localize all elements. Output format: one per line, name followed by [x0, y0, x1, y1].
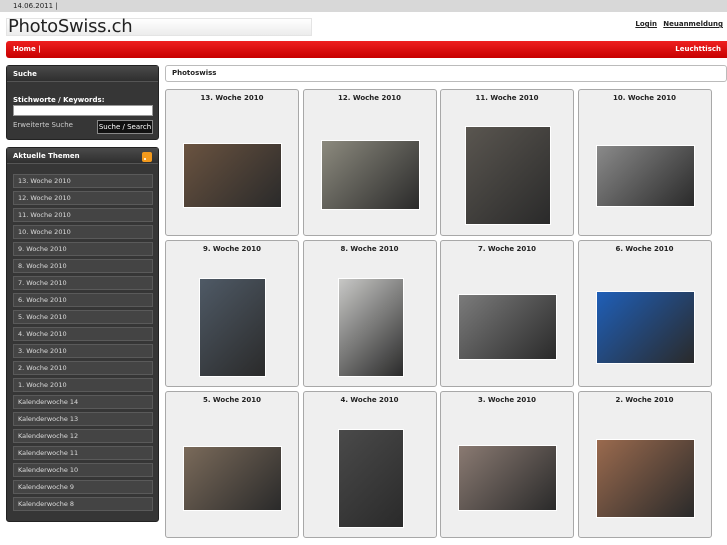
photo-cell-title[interactable]: 12. Woche 2010: [304, 94, 436, 102]
photo-cell[interactable]: 2. Woche 2010: [577, 391, 712, 538]
topic-item[interactable]: 3. Woche 2010: [13, 344, 153, 358]
city-night-aerial-photo[interactable]: [183, 446, 282, 511]
photo-cell-title[interactable]: 10. Woche 2010: [579, 94, 711, 102]
topic-item[interactable]: 6. Woche 2010: [13, 293, 153, 307]
main-nav: Home | Leuchttisch: [6, 41, 727, 58]
photo-cell-title[interactable]: 3. Woche 2010: [441, 396, 573, 404]
photo-cell[interactable]: 6. Woche 2010: [577, 240, 712, 387]
man-in-hall-photo[interactable]: [337, 429, 404, 528]
market-scene-photo[interactable]: [595, 439, 695, 518]
photo-cell[interactable]: 5. Woche 2010: [165, 391, 299, 538]
topic-item[interactable]: Kalenderwoche 10: [13, 463, 153, 477]
cyclists-street-photo[interactable]: [320, 140, 420, 210]
topic-item[interactable]: 4. Woche 2010: [13, 327, 153, 341]
topic-item[interactable]: 2. Woche 2010: [13, 361, 153, 375]
photo-cell-title[interactable]: 11. Woche 2010: [441, 94, 573, 102]
topic-item[interactable]: Kalenderwoche 14: [13, 395, 153, 409]
login-link[interactable]: Login: [635, 20, 657, 28]
urinal-photo[interactable]: [337, 278, 404, 377]
photo-cell[interactable]: 3. Woche 2010: [440, 391, 574, 538]
photo-cell-title[interactable]: 6. Woche 2010: [579, 245, 711, 253]
photo-cell[interactable]: 13. Woche 2010: [165, 89, 299, 236]
photo-cell[interactable]: 10. Woche 2010: [577, 89, 712, 236]
photo-cell-title[interactable]: 7. Woche 2010: [441, 245, 573, 253]
photo-cell[interactable]: 9. Woche 2010: [165, 240, 299, 387]
topics-panel-title: Aktuelle Themen: [13, 152, 80, 160]
date-bar: 14.06.2011 |: [0, 0, 727, 12]
topic-item[interactable]: 7. Woche 2010: [13, 276, 153, 290]
rss-icon[interactable]: [142, 152, 152, 162]
topic-item[interactable]: Kalenderwoche 12: [13, 429, 153, 443]
user-links: Login Neuanmeldung: [631, 20, 723, 28]
topic-list: 13. Woche 2010 12. Woche 2010 11. Woche 20…: [13, 174, 153, 514]
nav-home[interactable]: Home |: [13, 41, 41, 58]
man-red-shirt-photo[interactable]: [458, 445, 557, 511]
topic-item[interactable]: Kalenderwoche 11: [13, 446, 153, 460]
search-label: Stichworte / Keywords:: [13, 96, 105, 104]
topic-item[interactable]: 9. Woche 2010: [13, 242, 153, 256]
photo-cell[interactable]: 8. Woche 2010: [302, 240, 437, 387]
photo-cell[interactable]: 4. Woche 2010: [302, 391, 437, 538]
site-logo[interactable]: PhotoSwiss.ch: [8, 16, 133, 37]
photo-cell-title[interactable]: 4. Woche 2010: [304, 396, 436, 404]
advanced-search-link[interactable]: Erweiterte Suche: [13, 121, 73, 129]
cathedral-ceremony-photo[interactable]: [183, 143, 282, 208]
register-link[interactable]: Neuanmeldung: [663, 20, 723, 28]
current-date: 14.06.2011 |: [13, 2, 58, 10]
topic-item[interactable]: 12. Woche 2010: [13, 191, 153, 205]
topic-item[interactable]: 8. Woche 2010: [13, 259, 153, 273]
topic-item[interactable]: Kalenderwoche 13: [13, 412, 153, 426]
topic-item[interactable]: 5. Woche 2010: [13, 310, 153, 324]
topics-panel-header: Aktuelle Themen: [7, 148, 158, 164]
topics-panel: Aktuelle Themen 13. Woche 2010 12. Woche …: [6, 147, 159, 522]
photo-cell-title[interactable]: 2. Woche 2010: [579, 396, 711, 404]
search-button[interactable]: Suche / Search: [97, 120, 153, 134]
photo-cell-title[interactable]: 13. Woche 2010: [166, 94, 298, 102]
nav-lighttable[interactable]: Leuchttisch: [675, 41, 721, 58]
photo-cell-title[interactable]: 8. Woche 2010: [304, 245, 436, 253]
topic-item[interactable]: 11. Woche 2010: [13, 208, 153, 222]
photo-cell[interactable]: 12. Woche 2010: [302, 89, 437, 236]
search-panel: Suche Stichworte / Keywords: Erweiterte …: [6, 65, 159, 140]
woman-at-computer-photo[interactable]: [199, 278, 266, 377]
photo-cell[interactable]: 7. Woche 2010: [440, 240, 574, 387]
topic-item[interactable]: Kalenderwoche 9: [13, 480, 153, 494]
photo-cell-title[interactable]: 9. Woche 2010: [166, 245, 298, 253]
tram-street-bw-photo[interactable]: [595, 145, 695, 207]
search-panel-title: Suche: [7, 66, 158, 82]
photo-cell[interactable]: 11. Woche 2010: [440, 89, 574, 236]
topic-item[interactable]: 1. Woche 2010: [13, 378, 153, 392]
man-portrait-photo[interactable]: [458, 294, 557, 360]
topic-item[interactable]: 13. Woche 2010: [13, 174, 153, 188]
photo-cell-title[interactable]: 5. Woche 2010: [166, 396, 298, 404]
search-input[interactable]: [13, 105, 153, 116]
man-in-office-photo[interactable]: [465, 126, 551, 225]
clouds-over-sea-photo[interactable]: [595, 291, 695, 364]
topic-item[interactable]: Kalenderwoche 8: [13, 497, 153, 511]
content-title: Photoswiss: [165, 65, 727, 82]
topic-item[interactable]: 10. Woche 2010: [13, 225, 153, 239]
